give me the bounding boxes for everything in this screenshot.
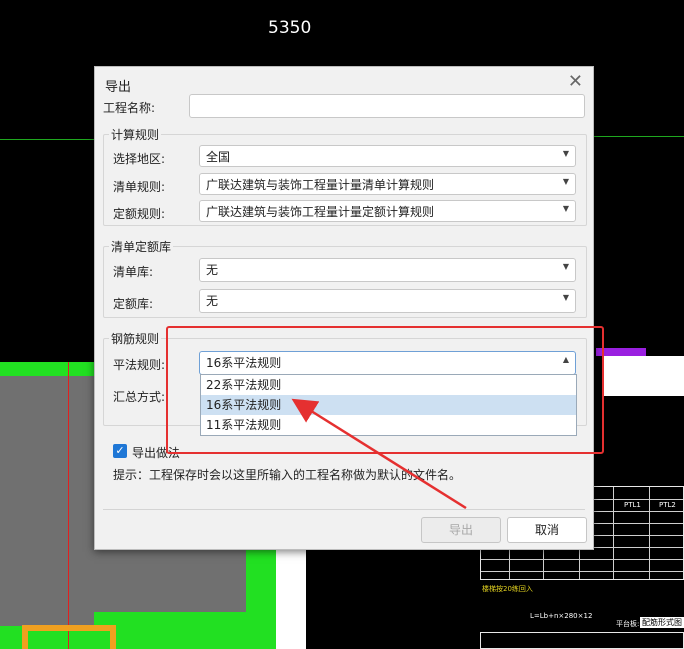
annotation-arrow-icon [291,398,467,510]
